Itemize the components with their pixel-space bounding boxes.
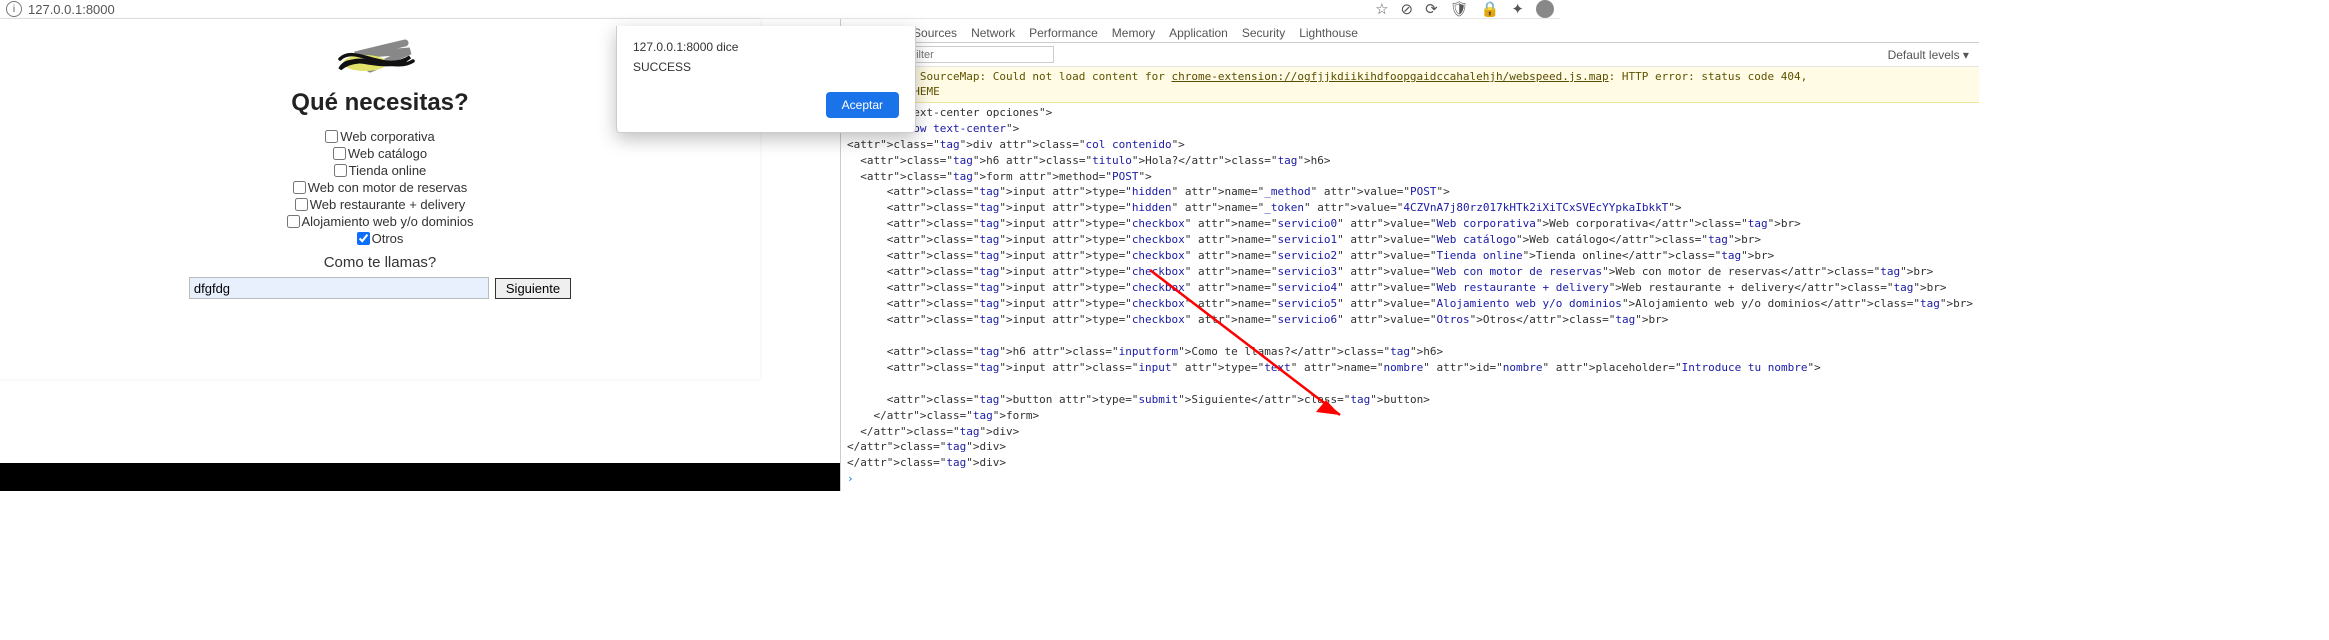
devtools-console-toolbar: ▸ ◉ Default levels ▾ <box>841 43 1979 67</box>
devtools-tab-lighthouse[interactable]: Lighthouse <box>1299 24 1358 42</box>
devtools-tab-application[interactable]: Application <box>1169 24 1228 42</box>
option-0[interactable]: Web corporativa <box>325 129 434 144</box>
js-alert-dialog: 127.0.0.1:8000 dice SUCCESS Aceptar <box>616 26 916 133</box>
option-checkbox-2[interactable] <box>334 164 347 177</box>
options-list: Web corporativa Web catálogo Tienda online… <box>0 129 760 246</box>
lock-icon[interactable]: 🔒 <box>1481 0 1500 18</box>
option-label-2: Tienda online <box>349 163 427 178</box>
warning-link[interactable]: chrome-extension://ogfjjkdiikihdfoopgaid… <box>1172 70 1609 83</box>
option-label-1: Web catálogo <box>348 146 427 161</box>
option-checkbox-5[interactable] <box>287 215 300 228</box>
alert-accept-button[interactable]: Aceptar <box>826 92 899 118</box>
option-2[interactable]: Tienda online <box>334 163 427 178</box>
option-label-6: Otros <box>372 231 404 246</box>
option-label-3: Web con motor de reservas <box>308 180 467 195</box>
refresh-icon[interactable]: ⟳ <box>1425 0 1438 18</box>
option-6[interactable]: Otros <box>357 231 404 246</box>
extensions-icon[interactable]: ✦ <box>1511 0 1524 18</box>
option-checkbox-4[interactable] <box>295 198 308 211</box>
profile-avatar-icon[interactable] <box>1536 0 1554 18</box>
name-question: Como te llamas? <box>0 254 760 271</box>
block-icon[interactable]: ⊘ <box>1401 0 1414 18</box>
devtools-tab-security[interactable]: Security <box>1242 24 1285 42</box>
devtools-tab-network[interactable]: Network <box>971 24 1015 42</box>
option-checkbox-3[interactable] <box>293 181 306 194</box>
submit-button[interactable]: Siguiente <box>495 278 571 299</box>
devtools-panel: ConsoleSourcesNetworkPerformanceMemoryAp… <box>840 19 1979 491</box>
option-5[interactable]: Alojamiento web y/o dominios <box>287 214 474 229</box>
option-4[interactable]: Web restaurante + delivery <box>295 197 465 212</box>
logo-scribble <box>315 39 445 79</box>
option-checkbox-0[interactable] <box>325 130 338 143</box>
devtools-tab-sources[interactable]: Sources <box>913 24 957 42</box>
devtools-tab-performance[interactable]: Performance <box>1029 24 1098 42</box>
option-checkbox-6[interactable] <box>357 232 370 245</box>
console-filter-input[interactable] <box>904 46 1054 63</box>
name-input[interactable] <box>189 277 489 299</box>
option-label-0: Web corporativa <box>340 129 434 144</box>
site-info-icon[interactable]: i <box>6 1 22 17</box>
log-levels-dropdown[interactable]: Default levels ▾ <box>1888 48 1969 62</box>
shield-icon[interactable]: 🛡 <box>1450 0 1469 18</box>
console-warning: ed to load SourceMap: Could not load con… <box>841 67 1979 103</box>
browser-address-bar: i 127.0.0.1:8000 ☆ ⊘ ⟳ 🛡 🔒 ✦ <box>0 0 1560 19</box>
devtools-tabs: ConsoleSourcesNetworkPerformanceMemoryAp… <box>841 19 1979 43</box>
browser-toolbar-right: ☆ ⊘ ⟳ 🛡 🔒 ✦ <box>1375 0 1554 18</box>
url-text[interactable]: 127.0.0.1:8000 <box>28 2 115 17</box>
option-label-4: Web restaurante + delivery <box>310 197 465 212</box>
star-icon[interactable]: ☆ <box>1375 0 1388 18</box>
page-footer-bar <box>0 463 840 491</box>
option-checkbox-1[interactable] <box>333 147 346 160</box>
alert-title: 127.0.0.1:8000 dice <box>633 40 899 54</box>
console-output[interactable]: ontainer text-center opciones"> attr">s=… <box>841 103 1979 492</box>
option-label-5: Alojamiento web y/o dominios <box>302 214 474 229</box>
option-3[interactable]: Web con motor de reservas <box>293 180 467 195</box>
devtools-tab-memory[interactable]: Memory <box>1112 24 1155 42</box>
alert-message: SUCCESS <box>633 60 899 74</box>
option-1[interactable]: Web catálogo <box>333 146 427 161</box>
name-form-row: Siguiente <box>0 277 760 299</box>
